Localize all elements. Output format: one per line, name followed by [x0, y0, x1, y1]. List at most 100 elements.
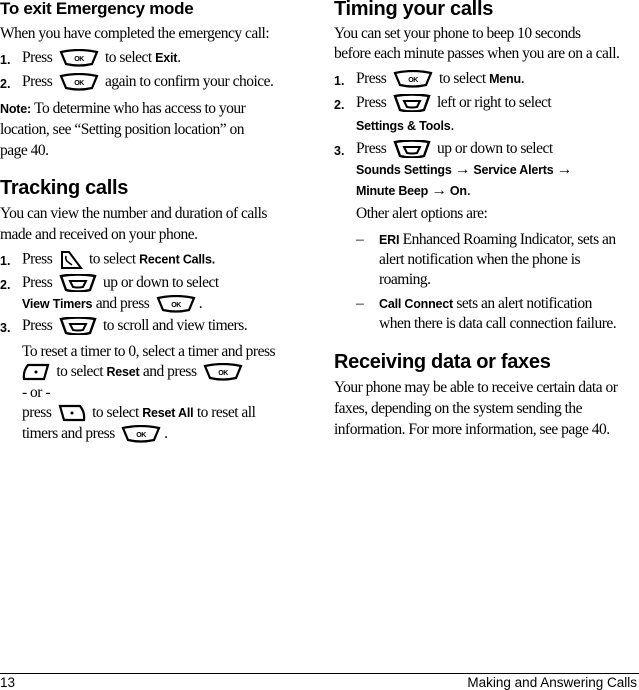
svg-text:OK: OK [171, 302, 181, 309]
arrow-right-icon: → [556, 161, 573, 178]
timing-step-3-line-2: Sounds Settings → Service Alerts → [356, 161, 572, 179]
arrow-right-icon: → [431, 182, 448, 199]
menu-item-sounds-settings: Sounds Settings [356, 163, 452, 177]
step-number: 3. [334, 144, 345, 158]
note-line-3: page 40. [0, 142, 49, 159]
timing-intro-2: before each minute passes when you are o… [334, 45, 620, 62]
section-title-emergency: To exit Emergency mode [0, 0, 194, 18]
receiving-line-1: Your phone may be able to receive certai… [334, 379, 618, 396]
nav-key-icon [59, 274, 97, 293]
timing-step-2-line-2: Settings & Tools. [356, 117, 454, 135]
step-text: up or down to select [102, 274, 219, 291]
menu-item-settings-tools: Settings & Tools [356, 119, 451, 133]
svg-text:OK: OK [74, 56, 84, 63]
menu-item-service-alerts: Service Alerts [473, 163, 554, 177]
emergency-intro: When you have completed the emergency ca… [0, 25, 270, 42]
step-text: to reset all [196, 404, 256, 421]
tracking-step-1: Press to select Recent Calls. [22, 250, 215, 270]
svg-text:OK: OK [136, 432, 146, 439]
menu-item-menu: Menu [489, 72, 521, 86]
nav-key-icon [393, 140, 431, 159]
punct: . [466, 182, 471, 199]
bullet-text: Enhanced Roaming Indicator, sets an [402, 231, 617, 248]
other-alerts-intro: Other alert options are: [356, 205, 488, 222]
right-softkey-icon [58, 404, 86, 422]
receiving-line-3: information. For more information, see p… [334, 421, 610, 438]
menu-item-reset-all: Reset All [142, 406, 194, 420]
option-eri: ERI [379, 233, 400, 247]
note-text: To determine who has access to your [34, 100, 246, 117]
ok-key-icon: OK [203, 363, 243, 382]
step-text: Press [356, 140, 387, 157]
option-call-connect: Call Connect [379, 297, 453, 311]
punct: . [164, 425, 168, 442]
bullet-eri-line-1: ERI Enhanced Roaming Indicator, sets an [379, 231, 616, 249]
step-text: to select [104, 49, 152, 66]
step-text: and press [142, 363, 197, 380]
footer-divider [0, 673, 639, 674]
step-text: Press [22, 274, 53, 291]
step-text: to select [438, 70, 486, 87]
step-text: Press [22, 317, 53, 334]
step-text: Press [22, 73, 53, 90]
nav-key-icon [59, 317, 97, 336]
ok-key-icon: OK [121, 425, 161, 444]
step-text: to select [56, 363, 104, 380]
reset-line-5: timers and press OK. [22, 425, 168, 444]
step-number: 2. [0, 278, 11, 292]
step-text: to select [92, 404, 139, 421]
arrow-right-icon: → [455, 161, 471, 178]
step-number: 3. [0, 321, 11, 335]
step-text: Press [356, 70, 387, 87]
section-title-tracking: Tracking calls [0, 177, 129, 199]
timing-step-3-line-3: Minute Beep → On. [356, 182, 471, 200]
step-text: and press [95, 295, 150, 312]
menu-item-on: On [449, 184, 467, 198]
section-title-receiving: Receiving data or faxes [334, 351, 551, 373]
step-text: Press [22, 250, 53, 268]
svg-text:OK: OK [408, 77, 418, 84]
bullet-dash: – [356, 231, 364, 248]
recent-calls-key-icon [59, 250, 83, 270]
timing-intro-1: You can set your phone to beep 10 second… [334, 25, 581, 42]
ok-key-icon: OK [393, 70, 433, 89]
bullet-eri-line-3: roaming. [379, 271, 431, 288]
menu-item-minute-beep: Minute Beep [356, 184, 429, 198]
bullet-text: sets an alert notification [456, 295, 592, 312]
step-text: to scroll and view timers. [102, 317, 248, 334]
ok-key-icon: OK [156, 295, 196, 314]
timing-step-1: Press OK to select Menu. [356, 70, 525, 89]
reset-line-2: to select Reset and press OK [22, 363, 246, 382]
svg-text:OK: OK [218, 370, 228, 377]
punct: . [198, 295, 203, 312]
page-number: 13 [0, 675, 16, 690]
menu-item-view-timers: View Timers [22, 297, 93, 311]
step-number: 1. [0, 53, 11, 67]
step-text: left or right to select [436, 94, 552, 111]
step-text: Press [356, 94, 387, 111]
step-number: 2. [0, 77, 11, 91]
tracking-intro-2: made and received on your phone. [0, 226, 198, 243]
step-number: 1. [0, 254, 11, 268]
timing-step-2-line-1: Press left or right to select [356, 94, 552, 113]
bullet-eri-line-2: alert notification when the phone is [379, 251, 581, 268]
tracking-step-2-line-2: View Timers and press OK. [22, 295, 203, 314]
tracking-intro-1: You can view the number and duration of … [0, 205, 267, 222]
section-title-timing: Timing your calls [334, 0, 494, 20]
menu-item-reset: Reset [106, 365, 140, 379]
timing-step-3-line-1: Press up or down to select [356, 140, 553, 159]
note-line-1: Note: To determine who has access to you… [0, 100, 246, 118]
reset-line-4: press to select Reset All to reset all [22, 404, 256, 422]
step-text: up or down to select [436, 140, 553, 157]
emergency-step-2: Press OK again to confirm your choice. [22, 73, 274, 92]
step-text: press [22, 404, 52, 421]
nav-key-icon [393, 94, 431, 113]
tracking-step-2-line-1: Press up or down to select [22, 274, 219, 293]
step-text: to select [88, 250, 136, 268]
ok-key-icon: OK [59, 73, 99, 92]
or-separator: - or - [22, 384, 51, 401]
step-number: 1. [334, 74, 345, 88]
reset-line-1: To reset a timer to 0, select a timer an… [22, 343, 276, 360]
step-number: 2. [334, 98, 345, 112]
punct: . [520, 70, 525, 87]
